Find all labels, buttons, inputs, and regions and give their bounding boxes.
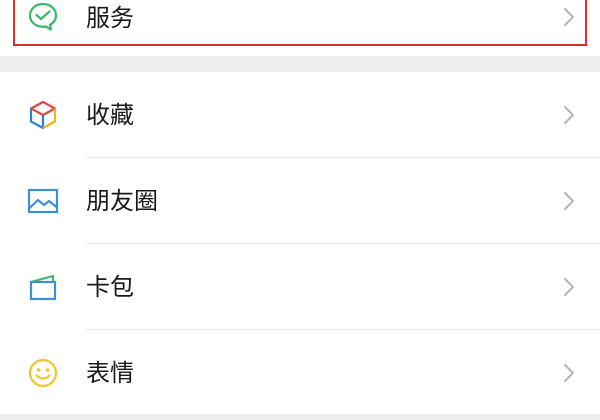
sticker-smiley-icon xyxy=(26,356,60,390)
menu-item-stickers[interactable]: 表情 xyxy=(0,330,600,416)
menu-item-favorites[interactable]: 收藏 xyxy=(0,72,600,158)
chevron-right-icon xyxy=(562,190,576,212)
chevron-right-icon xyxy=(562,104,576,126)
menu-item-label: 收藏 xyxy=(86,101,134,129)
moments-picture-icon xyxy=(26,184,60,218)
chevron-right-icon xyxy=(562,6,576,28)
card-wallet-icon xyxy=(26,270,60,304)
favorites-cube-icon xyxy=(26,98,60,132)
menu-item-label: 朋友圈 xyxy=(86,187,158,215)
menu-section: 收藏 朋友圈 卡包 表情 xyxy=(0,72,600,414)
service-section: 服务 xyxy=(0,0,600,56)
menu-item-label: 表情 xyxy=(86,359,134,387)
service-icon xyxy=(26,0,60,34)
menu-item-label: 服务 xyxy=(86,4,134,32)
menu-item-label: 卡包 xyxy=(86,273,134,301)
menu-item-moments[interactable]: 朋友圈 xyxy=(0,158,600,244)
menu-item-service[interactable]: 服务 xyxy=(0,0,600,56)
chevron-right-icon xyxy=(562,362,576,384)
chevron-right-icon xyxy=(562,276,576,298)
menu-item-card-wallet[interactable]: 卡包 xyxy=(0,244,600,330)
